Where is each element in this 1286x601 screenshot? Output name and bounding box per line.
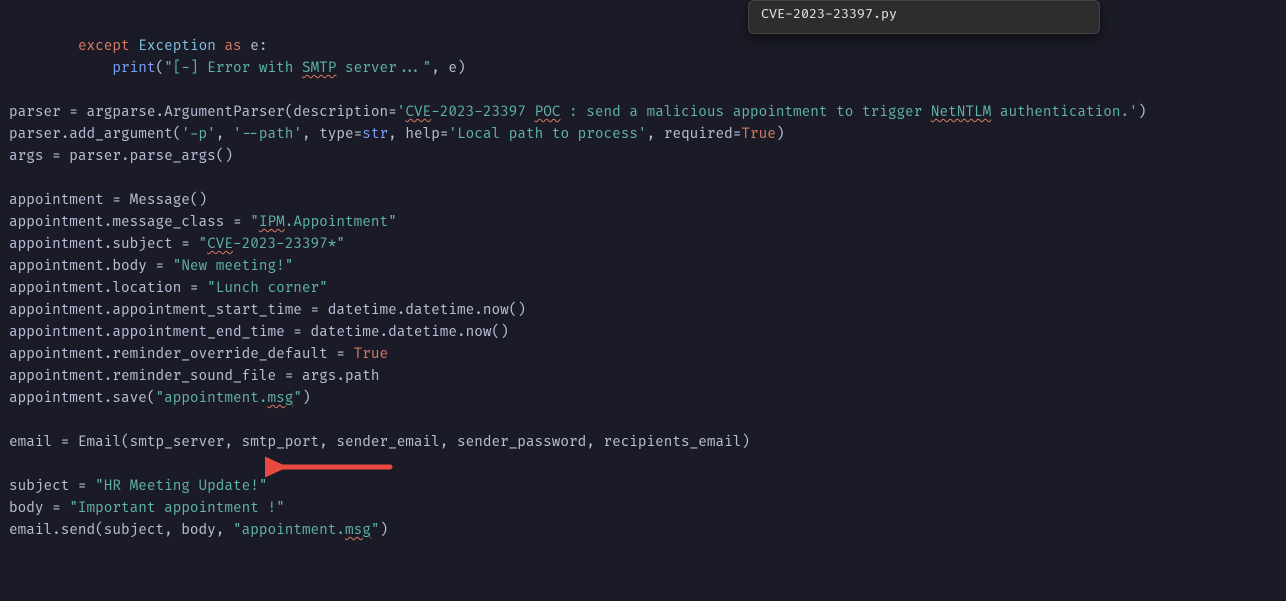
code-line: except Exception as e: bbox=[9, 38, 268, 55]
code-line: appointment.save("appointment.msg") bbox=[9, 390, 311, 407]
code-line: subject = "HR Meeting Update!" bbox=[9, 478, 267, 495]
code-line: email.send(subject, body, "appointment.m… bbox=[9, 522, 388, 539]
blank-line bbox=[9, 412, 18, 429]
code-line: appointment.reminder_override_default = … bbox=[9, 346, 388, 363]
code-line: parser.add_argument('-p', '--path', type… bbox=[9, 126, 784, 143]
code-line: appointment.appointment_start_time = dat… bbox=[9, 302, 526, 319]
code-line: appointment.message_class = "IPM.Appoint… bbox=[9, 214, 397, 231]
tooltip-popup: CVE-2023-23397.py bbox=[748, 0, 1100, 34]
code-line: body = "Important appointment !" bbox=[9, 500, 285, 517]
tooltip-line2: CVE-2023-23397.py bbox=[761, 5, 1087, 23]
blank-line bbox=[9, 456, 18, 473]
annotation-arrow-icon bbox=[265, 455, 395, 479]
code-editor[interactable]: except Exception as e: print("[-] Error … bbox=[0, 0, 1286, 556]
code-line: appointment.body = "New meeting!" bbox=[9, 258, 293, 275]
code-line: email = Email(smtp_server, smtp_port, se… bbox=[9, 434, 750, 451]
blank-line bbox=[9, 170, 18, 187]
code-line: appointment.location = "Lunch corner" bbox=[9, 280, 328, 297]
code-line: appointment.appointment_end_time = datet… bbox=[9, 324, 509, 341]
code-line: appointment.reminder_sound_file = args.p… bbox=[9, 368, 379, 385]
blank-line bbox=[9, 82, 18, 99]
code-line: parser = argparse.ArgumentParser(descrip… bbox=[9, 104, 1146, 121]
code-line: appointment.subject = "CVE-2023-23397*" bbox=[9, 236, 345, 253]
code-line: print("[-] Error with SMTP server...", e… bbox=[9, 60, 466, 77]
code-line: appointment = Message() bbox=[9, 192, 207, 209]
code-line: args = parser.parse_args() bbox=[9, 148, 233, 165]
